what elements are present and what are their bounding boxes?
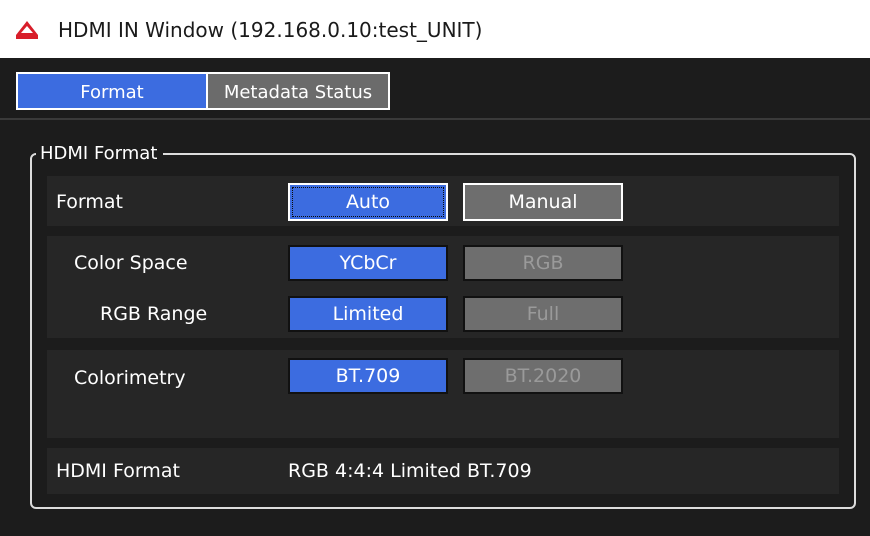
tab-metadata-status[interactable]: Metadata Status: [206, 72, 390, 110]
ycbcr-button[interactable]: YCbCr: [288, 245, 448, 281]
auto-button[interactable]: Auto: [288, 183, 448, 221]
rgb-button[interactable]: RGB: [463, 245, 623, 281]
bt2020-button[interactable]: BT.2020: [463, 358, 623, 394]
window-title: HDMI IN Window (192.168.0.10:test_UNIT): [58, 18, 483, 42]
hdmi-format-status-label: HDMI Format: [56, 460, 180, 482]
full-button[interactable]: Full: [463, 296, 623, 332]
title-bar[interactable]: HDMI IN Window (192.168.0.10:test_UNIT): [0, 0, 870, 58]
limited-button[interactable]: Limited: [288, 296, 448, 332]
rgb-range-label: RGB Range: [100, 303, 208, 325]
colorimetry-label: Colorimetry: [74, 367, 186, 389]
hdmi-format-status-value: RGB 4:4:4 Limited BT.709: [288, 460, 532, 482]
tab-divider: [0, 118, 870, 120]
app-logo-icon: [16, 21, 38, 39]
tab-format[interactable]: Format: [16, 72, 206, 110]
format-label: Format: [56, 191, 123, 213]
color-space-label: Color Space: [74, 252, 188, 274]
manual-button[interactable]: Manual: [463, 183, 623, 221]
bt709-button[interactable]: BT.709: [288, 358, 448, 394]
group-legend: HDMI Format: [36, 142, 164, 166]
